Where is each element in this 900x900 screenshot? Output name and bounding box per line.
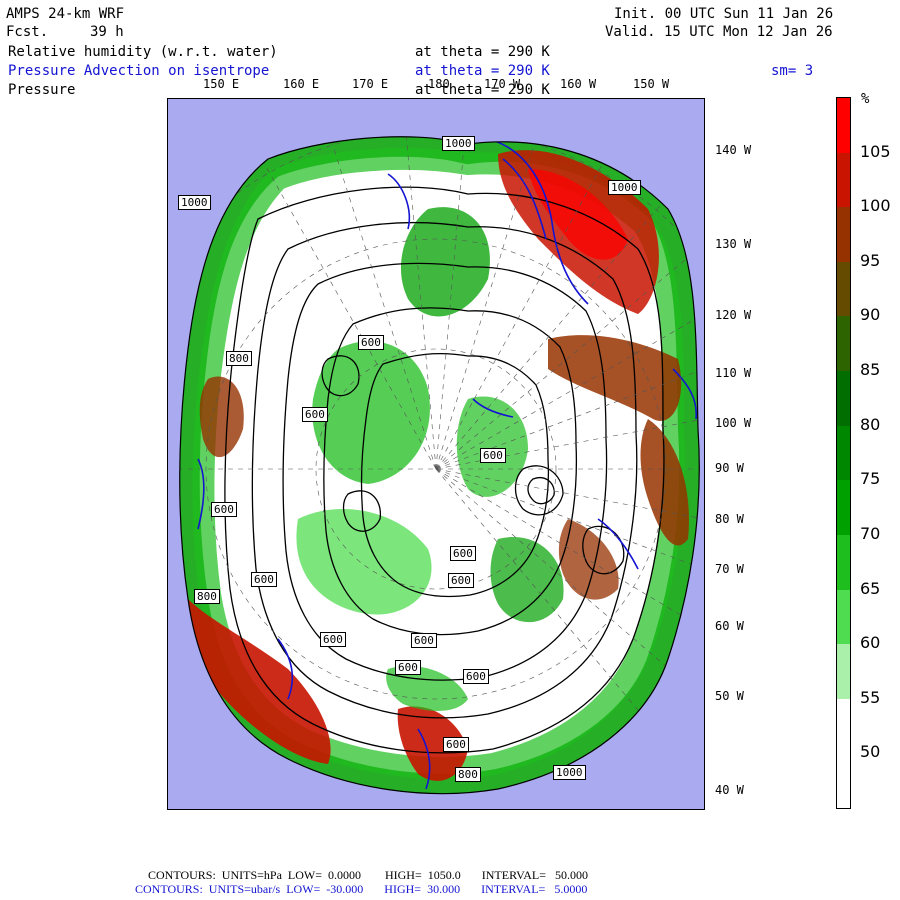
colorbar-label: 75 <box>860 469 881 489</box>
contour-label: 800 <box>455 767 481 782</box>
contour-label: 800 <box>194 589 220 604</box>
colorbar-segment <box>837 534 850 591</box>
contour-label: 600 <box>448 573 474 588</box>
contour-label: 600 <box>358 335 384 350</box>
lon-label-right: 120 W <box>715 308 752 322</box>
lon-label-right: 90 W <box>715 461 744 475</box>
map-panel: 1000 1000 1000 800 600 600 600 600 800 6… <box>167 98 705 810</box>
contour-label: 800 <box>226 351 252 366</box>
lon-label-right: 50 W <box>715 689 744 703</box>
contour-label: 600 <box>302 407 328 422</box>
field-3-name: Pressure <box>8 82 76 98</box>
lon-label-right: 40 W <box>715 783 744 797</box>
colorbar-segment <box>837 261 850 317</box>
colorbar-label: 85 <box>860 360 881 380</box>
contour-label: 600 <box>463 669 489 684</box>
colorbar-segment <box>837 98 850 154</box>
colorbar-label: 55 <box>860 687 881 707</box>
contour-label: 1000 <box>442 136 475 151</box>
colorbar-segment <box>837 371 850 427</box>
lon-label-top: 180 <box>428 77 450 91</box>
colorbar <box>836 97 851 809</box>
contour-label: 600 <box>450 546 476 561</box>
footer-contours-pressure: CONTOURS: UNITS=hPa LOW= 0.0000 HIGH= 10… <box>148 868 588 882</box>
lon-label-right: 60 W <box>715 619 744 633</box>
model-title: AMPS 24-km WRF <box>6 6 125 22</box>
contour-label: 600 <box>320 632 346 647</box>
colorbar-segment <box>837 152 850 208</box>
contour-label: 600 <box>443 737 469 752</box>
colorbar-label: 50 <box>860 742 881 762</box>
init-time: Init. 00 UTC Sun 11 Jan 26 <box>614 6 834 22</box>
lon-label-top: 160 W <box>560 77 597 91</box>
map-svg <box>168 99 704 809</box>
colorbar-segment <box>837 480 850 536</box>
forecast-hours: 39 h <box>90 24 124 40</box>
colorbar-label: 100 <box>860 196 891 216</box>
forecast-label: Fcst. <box>6 24 49 40</box>
contour-label: 600 <box>211 502 237 517</box>
lon-label-right: 70 W <box>715 562 744 576</box>
colorbar-label: 95 <box>860 250 881 270</box>
lon-label-top: 150 E <box>203 77 240 91</box>
lon-label-right: 140 W <box>715 143 752 157</box>
contour-label: 600 <box>480 448 506 463</box>
smoothing-label: sm= 3 <box>771 63 814 79</box>
colorbar-label: 80 <box>860 414 881 434</box>
colorbar-label: 70 <box>860 523 881 543</box>
lon-label-top: 150 W <box>633 77 670 91</box>
contour-label: 600 <box>411 633 437 648</box>
colorbar-label: 65 <box>860 578 881 598</box>
colorbar-segment <box>837 644 850 700</box>
colorbar-segment <box>837 589 850 645</box>
lon-label-right: 100 W <box>715 416 752 430</box>
colorbar-label: 60 <box>860 633 881 653</box>
colorbar-segment <box>837 753 850 809</box>
contour-label: 1000 <box>608 180 641 195</box>
contour-label: 1000 <box>553 765 586 780</box>
colorbar-label: 90 <box>860 305 881 325</box>
field-1-level: at theta = 290 K <box>415 44 550 60</box>
lon-label-right: 110 W <box>715 366 752 380</box>
colorbar-label: 105 <box>860 141 891 161</box>
contour-label: 600 <box>395 660 421 675</box>
colorbar-segment <box>837 698 850 754</box>
lon-label-top: 170 E <box>352 77 389 91</box>
valid-time: Valid. 15 UTC Mon 12 Jan 26 <box>605 24 833 40</box>
lon-label-right: 80 W <box>715 512 744 526</box>
contour-label: 1000 <box>178 195 211 210</box>
lon-label-right: 130 W <box>715 237 752 251</box>
lon-label-top: 160 E <box>283 77 320 91</box>
field-1-name: Relative humidity (w.r.t. water) <box>8 44 278 60</box>
lon-label-top: 170 W <box>484 77 521 91</box>
contour-label: 600 <box>251 572 277 587</box>
colorbar-segment <box>837 207 850 263</box>
colorbar-segment <box>837 425 850 481</box>
colorbar-segment <box>837 316 850 372</box>
footer-contours-advection: CONTOURS: UNITS=ubar/s LOW= -30.000 HIGH… <box>135 882 588 896</box>
colorbar-unit: % <box>861 91 870 107</box>
